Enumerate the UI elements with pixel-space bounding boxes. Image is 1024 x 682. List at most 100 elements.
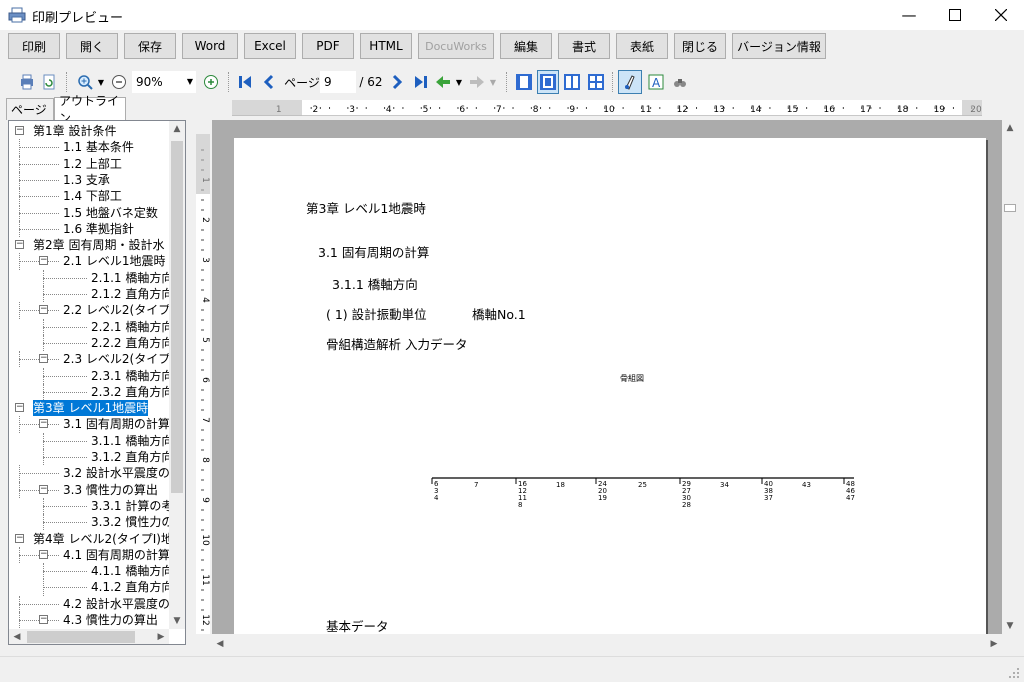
resize-grip-icon[interactable]	[1008, 667, 1020, 679]
collapse-toggle-icon[interactable]: −	[15, 533, 24, 543]
cover-button[interactable]: 表紙	[616, 33, 668, 59]
current-page-input[interactable]: 9	[320, 71, 356, 93]
outline-subsection-item[interactable]: 3.1.2 直角方向	[91, 449, 169, 465]
outline-chapter-item[interactable]: 第2章 固有周期・設計水	[33, 237, 164, 253]
outline-subsection-item[interactable]: 2.1.1 橋軸方向	[91, 270, 169, 286]
outline-subsection-item[interactable]: 4.1.2 直角方向	[91, 579, 169, 595]
minimize-button[interactable]: —	[886, 0, 932, 30]
previous-page-button[interactable]	[260, 72, 278, 92]
first-page-button[interactable]	[236, 72, 254, 92]
outline-section-item[interactable]: 1.6 準拠指針	[63, 221, 134, 237]
forward-button[interactable]	[468, 72, 486, 92]
outline-section-item[interactable]: 4.3 慣性力の算出	[63, 612, 158, 628]
scrollbar-thumb[interactable]	[27, 631, 135, 643]
zoom-in-button[interactable]	[202, 72, 220, 92]
forward-dropdown[interactable]: ▼	[488, 72, 498, 92]
outline-section-item[interactable]: 1.2 上部工	[63, 156, 122, 172]
outline-section-item[interactable]: 3.2 設計水平震度の	[63, 465, 169, 481]
scrollbar-thumb[interactable]	[1004, 204, 1016, 212]
single-page-view-button[interactable]	[514, 72, 534, 92]
save-button[interactable]: 保存	[124, 33, 176, 59]
tab-outline[interactable]: アウトライン	[54, 94, 126, 125]
collapse-toggle-icon[interactable]: −	[39, 549, 48, 559]
scroll-right-icon[interactable]: ▶	[153, 629, 169, 644]
outline-subsection-item[interactable]: 3.1.1 橋軸方向	[91, 433, 169, 449]
scroll-down-icon[interactable]: ▼	[169, 613, 185, 629]
close-window-button[interactable]	[978, 0, 1024, 30]
outline-section-item[interactable]: 3.3 慣性力の算出	[63, 482, 158, 498]
next-page-button[interactable]	[388, 72, 406, 92]
outline-chapter-item[interactable]: 第1章 設計条件	[33, 123, 116, 139]
outline-chapter-item[interactable]: 第4章 レベル2(タイプI)地震	[33, 531, 169, 547]
pdf-button[interactable]: PDF	[302, 33, 354, 59]
outline-vertical-scrollbar[interactable]: ▲ ▼	[169, 121, 185, 629]
outline-section-item[interactable]: 4.1 固有周期の計算	[63, 547, 169, 563]
collapse-toggle-icon[interactable]: −	[15, 240, 24, 250]
scroll-left-icon[interactable]: ◀	[9, 629, 25, 644]
back-dropdown[interactable]: ▼	[454, 72, 464, 92]
last-page-button[interactable]	[412, 72, 430, 92]
preview-horizontal-scrollbar[interactable]: ◀ ▶	[212, 636, 1002, 652]
tab-page[interactable]: ページ	[6, 98, 54, 120]
open-button[interactable]: 開く	[66, 33, 118, 59]
excel-button[interactable]: Excel	[244, 33, 296, 59]
back-button[interactable]	[434, 72, 452, 92]
zoom-in-tool-button[interactable]	[76, 72, 94, 92]
zoom-level-combo[interactable]: 90% ▼	[132, 71, 196, 93]
multi-page-view-button[interactable]	[586, 72, 606, 92]
text-select-button[interactable]: A	[646, 72, 666, 92]
scroll-right-icon[interactable]: ▶	[986, 636, 1002, 652]
scroll-left-icon[interactable]: ◀	[212, 636, 228, 652]
outline-section-item[interactable]: 3.1 固有周期の計算	[63, 416, 169, 432]
page-width-view-button[interactable]	[537, 70, 559, 94]
print-setup-button[interactable]	[18, 72, 36, 92]
edit-button[interactable]: 編集	[500, 33, 552, 59]
docuworks-button[interactable]: DocuWorks	[418, 33, 494, 59]
zoom-dropdown-arrow[interactable]: ▼	[96, 72, 106, 92]
outline-subsection-item[interactable]: 3.3.2 慣性力の	[91, 514, 169, 530]
collapse-toggle-icon[interactable]: −	[39, 256, 48, 266]
outline-section-item[interactable]: 2.2 レベル2(タイプI)地	[63, 302, 169, 318]
outline-section-item[interactable]: 2.1 レベル1地震時	[63, 253, 166, 269]
outline-section-item[interactable]: 1.5 地盤バネ定数	[63, 205, 158, 221]
word-button[interactable]: Word	[182, 33, 238, 59]
outline-section-item[interactable]: 1.1 基本条件	[63, 139, 134, 155]
print-button[interactable]: 印刷	[8, 33, 60, 59]
outline-subsection-item[interactable]: 2.1.2 直角方向	[91, 286, 169, 302]
outline-section-item[interactable]: 1.3 支承	[63, 172, 110, 188]
preview-viewport[interactable]: 第3章 レベル1地震時 3.1 固有周期の計算 3.1.1 橋軸方向 ( 1) …	[212, 120, 1002, 634]
outline-subsection-item[interactable]: 3.3.1 計算の考	[91, 498, 169, 514]
scrollbar-thumb[interactable]	[171, 141, 183, 493]
outline-subsection-item[interactable]: 2.2.2 直角方向	[91, 335, 169, 351]
scroll-down-icon[interactable]: ▼	[1002, 618, 1018, 634]
zoom-out-button[interactable]	[110, 72, 128, 92]
outline-section-item[interactable]: 1.4 下部工	[63, 188, 122, 204]
version-info-button[interactable]: バージョン情報	[732, 33, 826, 59]
two-page-view-button[interactable]	[562, 72, 582, 92]
collapse-toggle-icon[interactable]: −	[39, 419, 48, 429]
format-button[interactable]: 書式	[558, 33, 610, 59]
hand-tool-button[interactable]	[618, 70, 642, 94]
scroll-up-icon[interactable]: ▲	[1002, 120, 1018, 136]
refresh-button[interactable]	[40, 72, 58, 92]
collapse-toggle-icon[interactable]: −	[39, 615, 48, 624]
outline-section-item[interactable]: 4.2 設計水平震度の	[63, 596, 169, 612]
outline-subsection-item[interactable]: 2.3.1 橋軸方向	[91, 368, 169, 384]
scroll-up-icon[interactable]: ▲	[169, 121, 185, 137]
outline-subsection-item[interactable]: 2.2.1 橋軸方向	[91, 319, 169, 335]
outline-section-item[interactable]: 2.3 レベル2(タイプII)地	[63, 351, 169, 367]
close-button[interactable]: 閉じる	[674, 33, 726, 59]
collapse-toggle-icon[interactable]: −	[39, 305, 48, 315]
collapse-toggle-icon[interactable]: −	[15, 403, 24, 413]
outline-subsection-item[interactable]: 4.1.1 橋軸方向	[91, 563, 169, 579]
collapse-toggle-icon[interactable]: −	[39, 484, 48, 494]
html-button[interactable]: HTML	[360, 33, 412, 59]
outline-subsection-item[interactable]: 2.3.2 直角方向	[91, 384, 169, 400]
find-button[interactable]	[670, 72, 690, 92]
outline-horizontal-scrollbar[interactable]: ◀ ▶	[9, 629, 169, 644]
preview-vertical-scrollbar[interactable]: ▲ ▼	[1002, 120, 1018, 634]
outline-chapter-item[interactable]: 第3章 レベル1地震時	[33, 400, 149, 417]
collapse-toggle-icon[interactable]: −	[39, 354, 48, 364]
maximize-button[interactable]	[932, 0, 978, 30]
collapse-toggle-icon[interactable]: −	[15, 126, 24, 135]
